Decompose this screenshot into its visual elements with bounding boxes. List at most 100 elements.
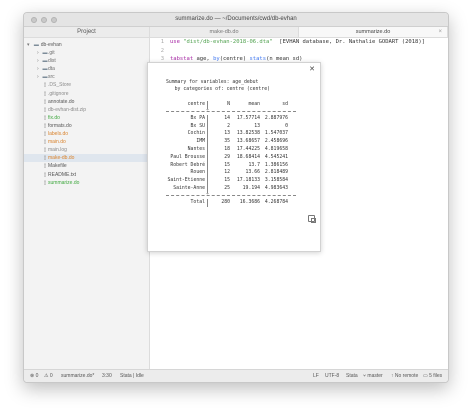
tree-item[interactable]: › ▬dist	[24, 57, 149, 65]
tree-item[interactable]: ▯ annotate.do	[24, 98, 149, 106]
warning-count[interactable]: ⚠ 0	[44, 370, 53, 382]
output-cell: 12	[224, 170, 230, 176]
tree-item-label: .git	[48, 50, 55, 57]
tree-item-label: src	[48, 74, 55, 81]
tree-item[interactable]: ▯ Makefile	[24, 162, 149, 170]
file-count[interactable]: ▭ 5 files	[423, 370, 443, 382]
output-row: Nantes 18 17.44225 4.819658	[166, 145, 300, 154]
branch-name: master	[367, 373, 383, 379]
sidebar-header: Project	[24, 27, 149, 38]
file-icon: ▭	[423, 373, 428, 379]
tree-item[interactable]: ▯ main.log	[24, 146, 149, 154]
output-table: centre N mean sd Bx PA 14 17.57714 2.887976…	[166, 101, 300, 207]
output-cell: Bx PA	[166, 114, 208, 123]
string: "dist/db-evhan-2018-06.dta"	[183, 39, 273, 45]
tree-item-label: fix.do	[48, 114, 60, 121]
output-subtitle: by categories of: centre (centre)	[166, 87, 270, 92]
chevron-down-icon: ▾	[27, 42, 30, 48]
output-cell: 3.158584	[264, 178, 288, 184]
total-cell: 16.3686	[239, 199, 260, 205]
output-cell: Cochin	[166, 130, 208, 139]
tab-make-db[interactable]: make-db.do	[150, 27, 299, 37]
tree-item[interactable]: › ▬src	[24, 73, 149, 81]
output-row: Saint-Etienne 15 17.18133 3.158584	[166, 177, 300, 185]
tree-item[interactable]: ▯ summarize.do	[24, 179, 149, 187]
output-cell: 35	[224, 139, 230, 145]
tree-item[interactable]: ▯ .gitignore	[24, 90, 149, 98]
error-count[interactable]: ⊗ 0	[30, 370, 39, 382]
error-count-value: 0	[35, 373, 39, 379]
output-cell: 25	[224, 185, 230, 191]
output-cell: 2.458696	[264, 139, 288, 145]
output-cell: Paul Brousse	[166, 153, 208, 162]
comment-text: [EVHAN database, Dr. Nathalie GODART (20…	[272, 39, 425, 45]
tree-item[interactable]: ▯ db-evhan-dist.zip	[24, 106, 149, 114]
cursor-position[interactable]: 3:30	[102, 370, 112, 382]
tree-item-label: .gitignore	[48, 90, 69, 97]
output-cell: 19.194	[242, 185, 260, 191]
header-cell: centre	[166, 101, 208, 109]
output-cell: 13.7	[248, 162, 260, 168]
output-cell: 4.819658	[264, 146, 288, 152]
tree-item[interactable]: › ▬dta	[24, 65, 149, 73]
output-cell: 17.44225	[236, 146, 260, 152]
results-popup: ✕ Summary for variables: age_debut by ca…	[147, 62, 321, 252]
status-bar: ⊗ 0 ⚠ 0 summarize.do* 3:30 Stata | Idle …	[24, 369, 448, 382]
output-row: IMM 35 13.68657 2.458696	[166, 138, 300, 146]
keyword: use	[170, 39, 180, 45]
tree-item-label: make-db.do	[48, 155, 75, 162]
stata-status[interactable]: Stata | Idle	[120, 370, 144, 382]
output-cell: Sainte-Anne	[166, 184, 208, 193]
output-row: Cochin 13 13.82538 1.547037	[166, 130, 300, 139]
output-cell: 13	[254, 123, 260, 129]
header-cell: mean	[248, 102, 260, 107]
tree-item[interactable]: ▯ .DS_Store	[24, 81, 149, 89]
tree-item[interactable]: ▯ fix.do	[24, 114, 149, 122]
git-remote[interactable]: ↑ No remote	[391, 370, 418, 382]
tree-item[interactable]: ▯ main.do	[24, 138, 149, 146]
tab-summarize[interactable]: summarize.do ×	[299, 27, 448, 37]
output-cell: 13	[224, 131, 230, 137]
project-sidebar: Project ▾ ▬ db-evhan › ▬.git › ▬dist › ▬dta › ▬…	[24, 27, 150, 369]
tree-item-label: db-evhan-dist.zip	[48, 106, 87, 113]
output-cell: Rouen	[166, 169, 208, 178]
code-lines: use "dist/db-evhan-2018-06.dta" [EVHAN d…	[170, 38, 448, 64]
output-cell: Nantes	[166, 145, 208, 154]
tree-item-label: summarize.do	[48, 179, 80, 186]
header-cell: N	[227, 102, 230, 107]
tree-item[interactable]: ▯ formats.do	[24, 122, 149, 130]
encoding[interactable]: UTF-8	[325, 370, 339, 382]
line-number: 1	[160, 39, 164, 45]
title-bar: summarize.do — ~/Documents/cwd/db-evhan	[24, 13, 448, 27]
output-cell: 2.818489	[264, 170, 288, 176]
output-cell: 29	[224, 154, 230, 160]
remote-icon: ↑	[391, 373, 394, 379]
tree-item-label: dist	[48, 58, 56, 65]
tab-bar: make-db.do summarize.do ×	[150, 27, 448, 38]
divider	[166, 107, 296, 115]
output-row: Paul Brousse 29 18.68414 4.545241	[166, 153, 300, 162]
file-count-label: 5 files	[429, 373, 443, 379]
total-cell: 4.268784	[264, 199, 288, 205]
output-cell: 2.887976	[264, 115, 288, 121]
output-cell: 17.18133	[236, 178, 260, 184]
tree-item[interactable]: ▯ make-db.do	[24, 154, 149, 163]
line-ending[interactable]: LF	[313, 370, 319, 382]
tree-item[interactable]: ▯ README.txt	[24, 171, 149, 179]
tree-item[interactable]: ▯ labels.do	[24, 130, 149, 138]
tree-item[interactable]: › ▬.git	[24, 49, 149, 57]
total-cell: Total	[166, 198, 208, 207]
output-cell: 15	[224, 178, 230, 184]
tab-label: make-db.do	[209, 29, 239, 35]
grammar[interactable]: Stata	[346, 370, 358, 382]
tree-item-label: dta	[48, 66, 55, 73]
tree-root[interactable]: ▾ ▬ db-evhan	[24, 41, 149, 49]
status-file[interactable]: summarize.do*	[61, 370, 94, 382]
close-icon[interactable]: ✕	[309, 65, 315, 73]
output-cell: Bx SU	[166, 122, 208, 131]
output-cell: Robert Debré	[166, 161, 208, 170]
git-branch[interactable]: ⑂ master	[363, 370, 383, 382]
copy-icon[interactable]	[308, 215, 316, 223]
folder-icon: ▬	[33, 42, 39, 48]
close-tab-icon[interactable]: ×	[438, 27, 442, 38]
